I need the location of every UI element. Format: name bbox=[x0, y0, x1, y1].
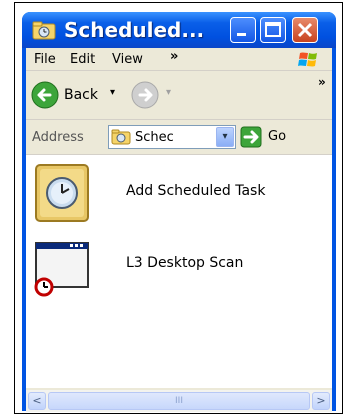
menu-edit[interactable]: Edit bbox=[70, 52, 95, 67]
minimize-icon bbox=[237, 33, 246, 36]
scrollbar-thumb[interactable]: III bbox=[48, 392, 310, 410]
address-dropdown-chevron-icon[interactable]: ▾ bbox=[216, 127, 234, 147]
scheduled-task-icon bbox=[34, 242, 89, 297]
close-button[interactable] bbox=[292, 17, 318, 43]
title-bar[interactable]: Scheduled... bbox=[22, 12, 336, 48]
scroll-right-icon[interactable]: > bbox=[312, 392, 330, 410]
forward-arrow-icon[interactable] bbox=[130, 80, 160, 110]
list-item-label: Add Scheduled Task bbox=[126, 183, 266, 199]
standard-toolbar: Back ▾ ▾ » bbox=[26, 71, 332, 120]
back-arrow-icon[interactable] bbox=[30, 80, 60, 110]
window-title: Scheduled... bbox=[64, 18, 205, 42]
go-arrow-icon[interactable] bbox=[240, 126, 262, 148]
address-value: Schec bbox=[135, 130, 174, 145]
forward-dropdown-arrow-icon[interactable]: ▾ bbox=[166, 87, 171, 98]
windows-logo-icon bbox=[298, 52, 317, 67]
address-label: Address bbox=[32, 130, 84, 145]
file-list: Add Scheduled Task L3 Desktop Scan bbox=[26, 155, 332, 388]
list-item-label: L3 Desktop Scan bbox=[126, 255, 244, 271]
scroll-left-icon[interactable]: < bbox=[28, 392, 46, 410]
menu-file[interactable]: File bbox=[34, 52, 56, 67]
go-button-label[interactable]: Go bbox=[268, 129, 286, 144]
maximize-icon bbox=[265, 22, 281, 37]
menu-bar: File Edit View » bbox=[26, 48, 332, 71]
list-item-l3-desktop-scan[interactable]: L3 Desktop Scan bbox=[26, 235, 332, 309]
list-item-add-scheduled-task[interactable]: Add Scheduled Task bbox=[26, 161, 332, 235]
menu-overflow-chevron-icon[interactable]: » bbox=[170, 49, 178, 64]
back-dropdown-arrow-icon[interactable]: ▾ bbox=[110, 87, 115, 98]
scheduled-tasks-folder-icon bbox=[32, 21, 56, 40]
back-button-label[interactable]: Back bbox=[64, 87, 98, 103]
menu-view[interactable]: View bbox=[112, 52, 143, 67]
toolbar-overflow-chevron-icon[interactable]: » bbox=[318, 75, 326, 89]
window-client: File Edit View » Back ▾ ▾ » Address Sche… bbox=[26, 48, 332, 412]
explorer-window: Scheduled... File Edit View » Back ▾ ▾ »… bbox=[22, 12, 336, 412]
horizontal-scrollbar[interactable]: < III > bbox=[26, 389, 332, 412]
close-icon bbox=[297, 22, 313, 38]
address-bar: Address Schec ▾ Go bbox=[26, 120, 332, 155]
maximize-button[interactable] bbox=[260, 17, 286, 43]
minimize-button[interactable] bbox=[230, 17, 256, 43]
add-scheduled-task-icon bbox=[35, 164, 89, 222]
address-input[interactable]: Schec ▾ bbox=[108, 125, 236, 149]
scheduled-tasks-folder-icon bbox=[111, 129, 131, 145]
